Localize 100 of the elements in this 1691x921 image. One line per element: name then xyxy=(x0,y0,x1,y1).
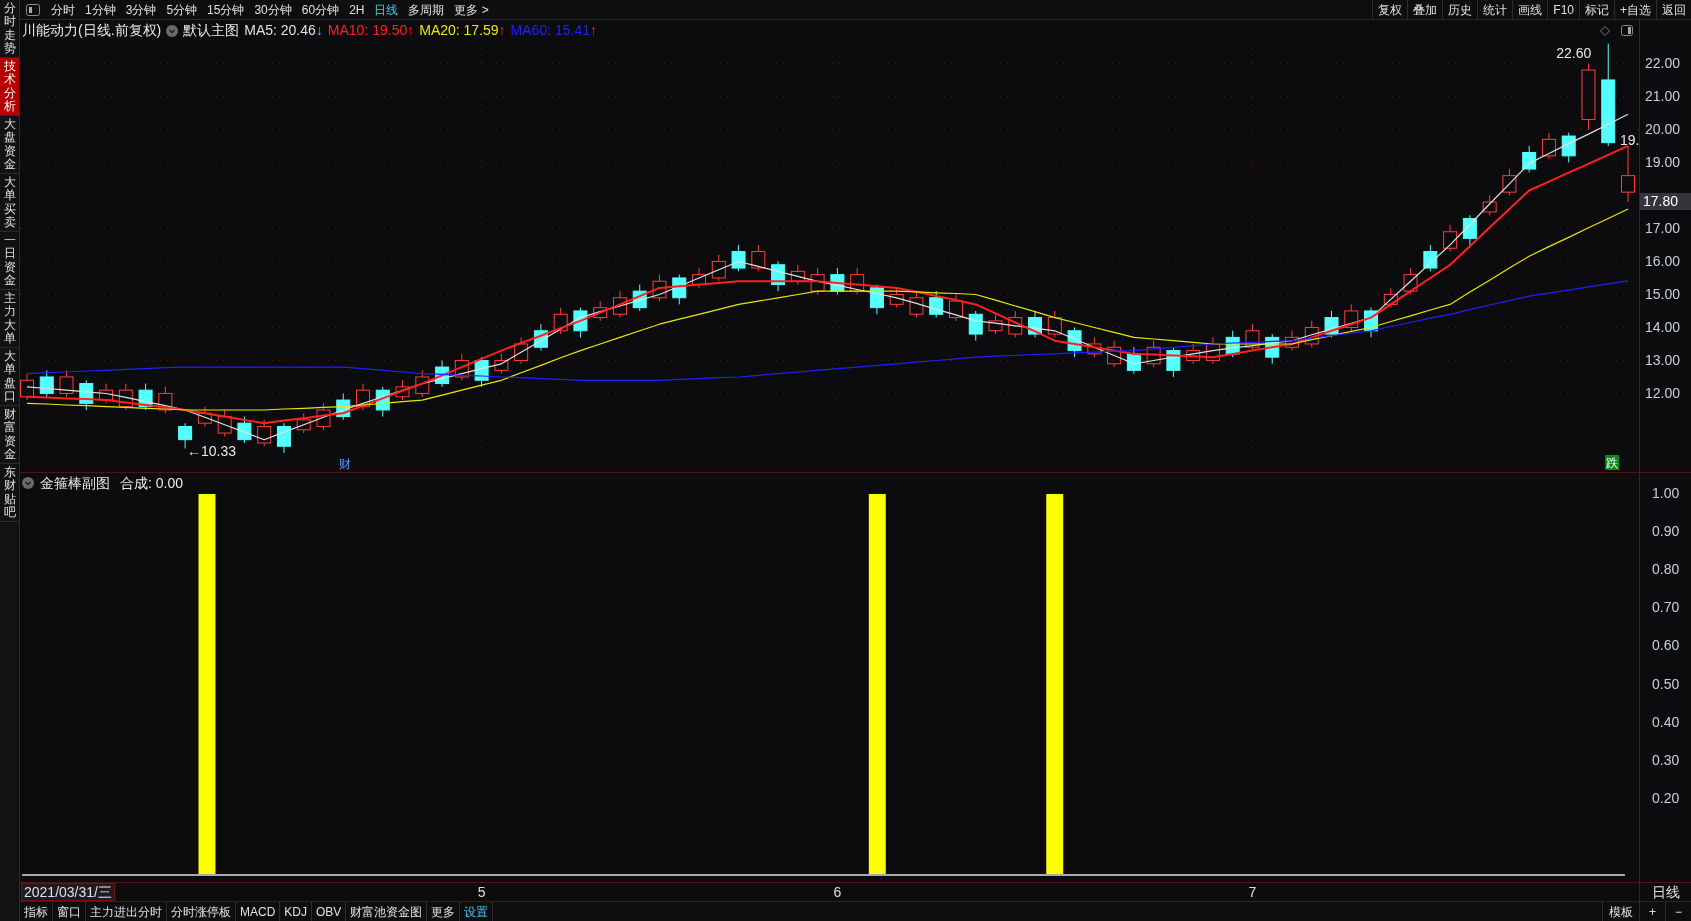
candlestick xyxy=(929,290,944,319)
sidebar-tab[interactable]: 大盘资金 xyxy=(0,116,19,174)
signal-badge[interactable]: 跌 xyxy=(1605,455,1620,470)
candlestick xyxy=(988,313,1003,335)
candlestick xyxy=(1166,346,1181,378)
sidebar-tab[interactable]: 财富资金 xyxy=(0,406,19,464)
bottom-button[interactable]: − xyxy=(1665,902,1691,921)
candlestick xyxy=(909,290,924,319)
indicator-tab[interactable]: 更多 xyxy=(427,902,461,921)
candlestick xyxy=(1423,244,1438,272)
axis-label: 17.00 xyxy=(1645,220,1681,237)
period-tab[interactable]: 多周期 xyxy=(403,0,450,19)
chart-title: 川能动力(日线.前复权) xyxy=(22,21,162,40)
current-price-label: 17.80 xyxy=(1640,193,1691,211)
period-tab[interactable]: 2H xyxy=(344,0,370,19)
candlestick xyxy=(1186,343,1201,365)
candlestick xyxy=(1482,194,1497,216)
collapse-icon[interactable] xyxy=(22,477,34,489)
candlestick xyxy=(494,353,509,375)
indicator-reading: MA5: 20.46↓ xyxy=(244,21,323,40)
candlestick xyxy=(316,402,331,431)
candlestick xyxy=(652,274,667,302)
candlestick xyxy=(1265,333,1280,365)
candlestick xyxy=(1087,336,1102,358)
indicator-tab[interactable]: MACD xyxy=(236,902,281,921)
period-tab[interactable]: 3分钟 xyxy=(120,0,162,19)
candlestick xyxy=(692,267,707,289)
sidebar-tab[interactable]: 技术分析 xyxy=(0,58,19,116)
indicator-tab[interactable]: OBV xyxy=(312,902,347,921)
candlestick xyxy=(138,383,153,411)
sidebar-tab[interactable]: 一日资金 xyxy=(0,232,19,290)
candlestick xyxy=(1067,326,1082,358)
candlestick xyxy=(573,307,588,338)
axis-label: 12.00 xyxy=(1645,385,1681,402)
toolbar-button[interactable]: 统计 xyxy=(1477,0,1513,20)
toolbar-button[interactable]: 返回 xyxy=(1656,0,1691,20)
period-tab[interactable]: 更多 > xyxy=(449,0,494,19)
indicator-reading: 合成: 0.00 xyxy=(120,473,184,493)
candlestick xyxy=(514,336,529,365)
period-tab[interactable]: 1分钟 xyxy=(80,0,121,19)
candlestick xyxy=(1205,336,1220,365)
axis-label: 1.00 xyxy=(1652,485,1680,501)
axis-label: 14.00 xyxy=(1645,319,1681,336)
collapse-icon[interactable] xyxy=(166,24,179,37)
sidebar-tab[interactable]: 东财贴吧 xyxy=(0,464,19,522)
bottom-button[interactable]: + xyxy=(1639,902,1665,921)
period-tab[interactable]: 日线 xyxy=(369,0,404,19)
candlestick xyxy=(1285,330,1299,352)
template-name[interactable]: 默认主图 xyxy=(183,20,240,41)
period-tab[interactable]: 5分钟 xyxy=(161,0,203,19)
indicator-tab[interactable]: 主力进出分时 xyxy=(86,902,167,921)
sidebar-tab[interactable]: 大单买卖 xyxy=(0,174,19,232)
sidebar-tab[interactable]: 主力大单 xyxy=(0,290,19,348)
period-tab[interactable]: 15分钟 xyxy=(202,0,250,19)
period-tab[interactable]: 分时 xyxy=(46,0,80,19)
indicator-reading: MA60: 15.41↑ xyxy=(510,21,597,40)
indicator-tab[interactable]: 指标 xyxy=(20,902,53,921)
candlestick xyxy=(1304,320,1319,348)
candlestick xyxy=(158,386,173,414)
candlestick xyxy=(850,267,865,295)
toolbar-button[interactable]: 历史 xyxy=(1442,0,1478,20)
indicator-tab[interactable]: 设置 xyxy=(460,902,494,921)
candlestick xyxy=(612,290,627,319)
trend-arrow: ↑ xyxy=(590,22,597,38)
diamond-icon[interactable] xyxy=(1600,25,1610,36)
candlestick xyxy=(39,369,54,398)
candlestick xyxy=(257,419,272,447)
toolbar-button[interactable]: 叠加 xyxy=(1407,0,1443,20)
candlestick xyxy=(790,264,805,286)
period-label: 日线 xyxy=(1651,882,1680,902)
toolbar-button[interactable]: 标记 xyxy=(1579,0,1614,20)
period-tab[interactable]: 60分钟 xyxy=(296,0,345,19)
candlestick xyxy=(395,379,410,401)
toolbar-button[interactable]: 画线 xyxy=(1512,0,1548,20)
candlestick xyxy=(731,244,746,272)
axis-label: 15.00 xyxy=(1645,286,1681,303)
toolbar-button[interactable]: F10 xyxy=(1547,0,1579,20)
axis-label: 19.00 xyxy=(1645,154,1681,171)
axis-label: 13.00 xyxy=(1645,352,1681,369)
indicator-tab[interactable]: KDJ xyxy=(280,902,312,921)
indicator-tab[interactable]: 窗口 xyxy=(53,902,86,921)
axis-label: 0.30 xyxy=(1652,751,1680,768)
candlestick xyxy=(1383,287,1398,309)
candlestick xyxy=(20,373,34,401)
indicator-tab[interactable]: 财富池资金图 xyxy=(346,902,428,921)
toolbar-button[interactable]: 复权 xyxy=(1372,0,1408,20)
toolbar-button[interactable]: +自选 xyxy=(1614,0,1656,20)
candlestick xyxy=(99,383,114,404)
panel-toggle-icon[interactable] xyxy=(1621,25,1633,36)
candlestick xyxy=(79,379,94,411)
sidebar-tab[interactable]: 大单盘口 xyxy=(0,348,19,406)
panel-toggle-icon[interactable] xyxy=(26,3,40,16)
price-label: 19. xyxy=(1620,132,1639,149)
bottom-button[interactable]: 模板 xyxy=(1602,902,1639,921)
candlestick xyxy=(593,300,608,322)
event-marker[interactable]: 财 xyxy=(339,457,352,471)
candlestick xyxy=(237,416,252,444)
candlestick xyxy=(1541,132,1556,160)
indicator-tab[interactable]: 分时涨停板 xyxy=(167,902,236,921)
period-tab[interactable]: 30分钟 xyxy=(249,0,297,19)
